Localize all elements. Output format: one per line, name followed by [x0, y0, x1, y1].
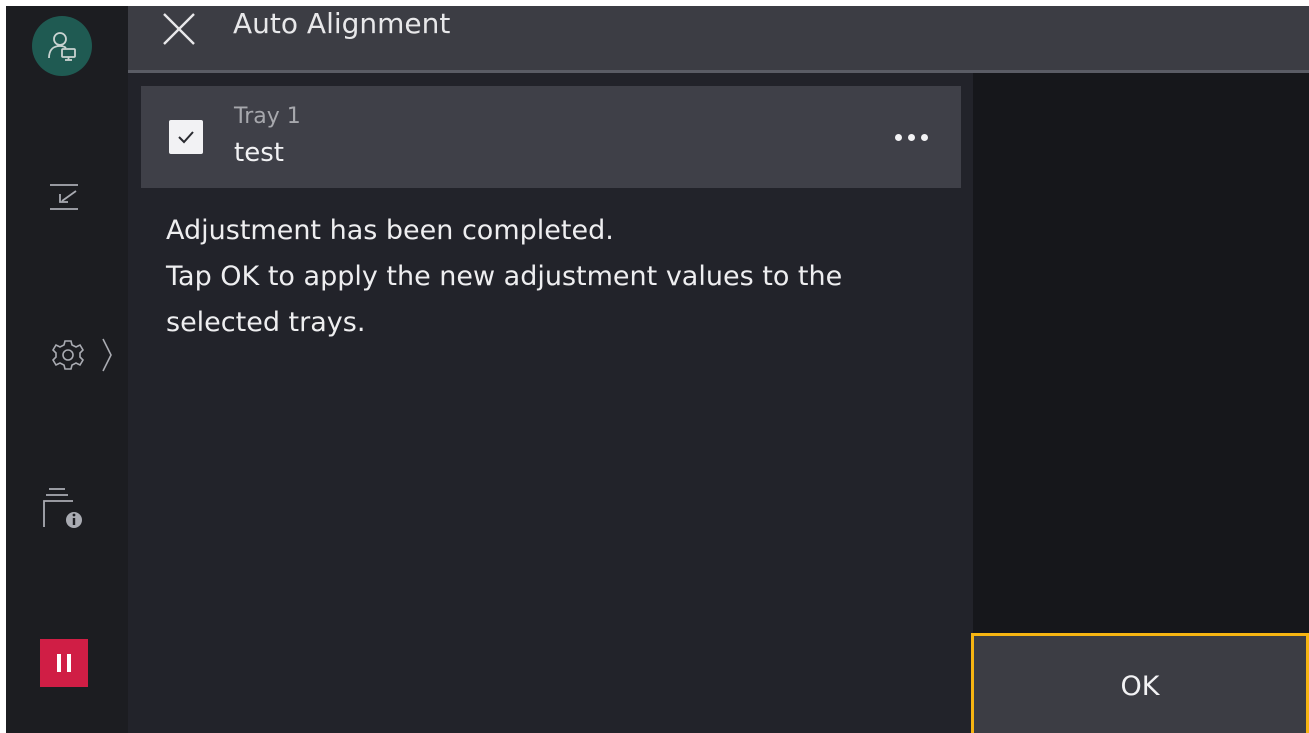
chevron-right-icon: [102, 338, 112, 372]
close-button[interactable]: [156, 6, 202, 52]
close-icon: [163, 13, 195, 45]
message-line: selected trays.: [166, 307, 366, 338]
message-line: Adjustment has been completed.: [166, 215, 614, 246]
user-account-icon: [48, 32, 76, 61]
status-message: Adjustment has been completed. Tap OK to…: [166, 208, 946, 346]
message-line: Tap OK to apply the new adjustment value…: [166, 261, 843, 292]
device-info-icon: [43, 488, 82, 528]
checkmark-icon: [178, 131, 194, 144]
page-title: Auto Alignment: [233, 7, 451, 40]
header-bar: Auto Alignment: [128, 6, 1309, 73]
pause-icon: [57, 654, 71, 672]
more-options-icon: [892, 133, 931, 141]
user-account-button[interactable]: [32, 16, 92, 76]
job-flow-button[interactable]: [44, 174, 84, 218]
pause-button[interactable]: [40, 639, 88, 687]
tray-checkbox[interactable]: [169, 120, 203, 154]
sidebar: [6, 6, 128, 733]
settings-icon: [51, 340, 85, 370]
more-options-button[interactable]: [881, 112, 941, 162]
tray-list-item[interactable]: Tray 1 test: [141, 86, 961, 188]
tray-name: Tray 1: [234, 104, 301, 129]
tray-description: test: [234, 138, 284, 168]
settings-button[interactable]: [42, 330, 122, 380]
device-info-button[interactable]: [40, 484, 86, 532]
ok-button[interactable]: OK: [971, 633, 1309, 733]
screen: Auto Alignment Tray 1 test Adjustment ha…: [6, 6, 1309, 733]
job-flow-icon: [50, 184, 78, 210]
main-content: Tray 1 test Adjustment has been complete…: [128, 73, 973, 733]
